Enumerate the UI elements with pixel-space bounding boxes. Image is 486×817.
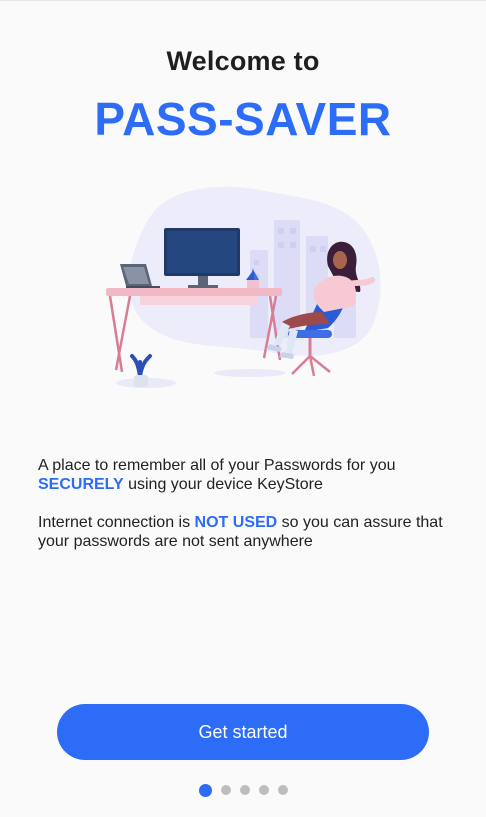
page-dot[interactable] [239, 785, 250, 795]
app-name-title: PASS-SAVER [94, 93, 392, 145]
description-paragraph-1: A place to remember all of your Password… [38, 456, 458, 494]
description-1-tail: using your device KeyStore [123, 476, 323, 493]
page-dot[interactable] [277, 785, 288, 795]
page-dot[interactable] [220, 785, 231, 795]
page-dot[interactable] [198, 783, 212, 797]
not-used-highlight: NOT USED [194, 514, 278, 531]
page-dot[interactable] [258, 785, 269, 795]
description-2-text: Internet connection is [38, 514, 195, 531]
top-divider [0, 0, 486, 1]
get-started-button[interactable]: Get started [57, 704, 429, 760]
person-at-desk-illustration [106, 186, 381, 388]
welcome-heading: Welcome to [166, 46, 320, 76]
page-indicator [0, 783, 486, 797]
description-1-text: A place to remember all of your Password… [38, 457, 396, 474]
securely-highlight: SECURELY [38, 476, 124, 493]
description-paragraph-2: Internet connection is NOT USED so you c… [38, 513, 458, 551]
